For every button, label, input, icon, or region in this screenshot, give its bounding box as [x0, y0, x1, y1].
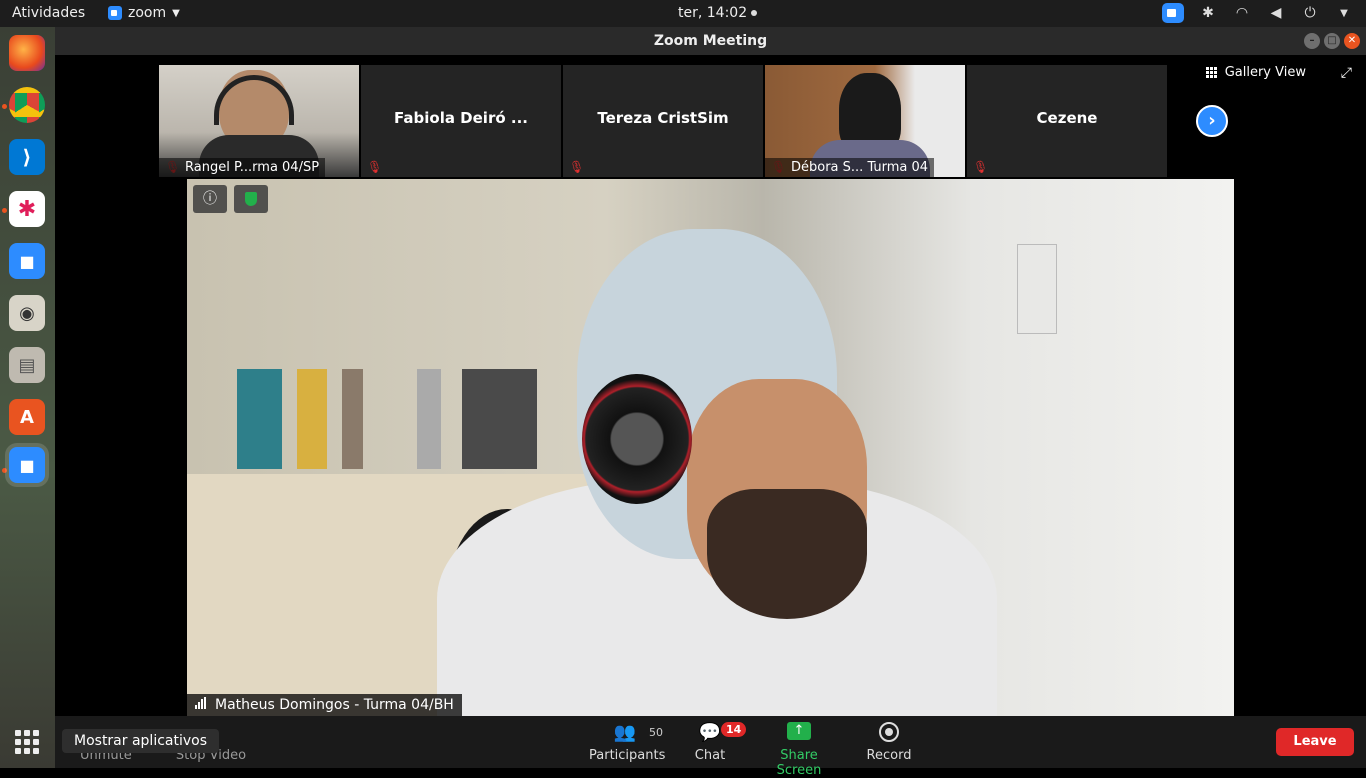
- chevron-down-icon[interactable]: ▼: [1334, 3, 1354, 23]
- slack-icon[interactable]: ✱: [9, 191, 45, 227]
- zoom-tray-icon[interactable]: [1162, 3, 1184, 23]
- slack-tray-icon[interactable]: ✱: [1198, 3, 1218, 23]
- signal-icon: [195, 697, 206, 709]
- zoom-icon: [108, 6, 122, 20]
- participants-button[interactable]: 👥 50 Participants: [589, 722, 666, 763]
- close-icon[interactable]: ✕: [1344, 33, 1360, 49]
- participant-thumb[interactable]: Tereza CristSim 🎙: [563, 65, 763, 177]
- record-button[interactable]: Record: [865, 722, 913, 763]
- chat-label: Chat: [694, 748, 726, 763]
- participant-name: Débora S... Turma 04: [765, 158, 935, 177]
- zoom-app-icon[interactable]: ■: [9, 243, 45, 279]
- app-menu-label: zoom: [128, 5, 167, 21]
- leave-button[interactable]: Leave: [1276, 728, 1354, 756]
- chat-button[interactable]: 💬 14 Chat: [689, 722, 747, 763]
- beard: [707, 489, 867, 619]
- speaker-app-icon[interactable]: ◉: [9, 295, 45, 331]
- participant-name: Rangel P...rma 04/SP: [159, 158, 326, 177]
- notification-dot: [751, 10, 758, 16]
- meeting-stage: 🎙 Rangel P...rma 04/SP Fabiola Deiró ...…: [55, 55, 1366, 716]
- fullscreen-icon[interactable]: ⤢: [1341, 65, 1352, 81]
- running-indicator: [2, 468, 7, 473]
- participant-thumb[interactable]: Fabiola Deiró ... 🎙: [361, 65, 561, 177]
- participant-name: Tereza CristSim: [597, 109, 729, 127]
- security-shield-icon[interactable]: [234, 185, 268, 213]
- participant-thumb[interactable]: 🎙 Rangel P...rma 04/SP: [159, 65, 359, 177]
- active-speaker-video: ⓘ Matheus Domingos - Turma 04/BH: [187, 179, 1234, 716]
- vscode-icon[interactable]: ⟩: [9, 139, 45, 175]
- window-titlebar[interactable]: Zoom Meeting – □ ✕: [55, 27, 1366, 55]
- top-bar: Atividades zoom ▼ ter, 14:02 ✱ ◠ ◀ ⏻ ▼: [0, 0, 1366, 27]
- software-center-icon[interactable]: A: [9, 399, 45, 435]
- meeting-toolbar: 👥 50 Participants 💬 14 Chat ↑ Share Scre…: [55, 716, 1366, 778]
- firefox-icon[interactable]: [9, 35, 45, 71]
- grid-icon: [1205, 67, 1217, 78]
- next-page-button[interactable]: ›: [1196, 105, 1228, 137]
- show-apps-icon[interactable]: [15, 730, 39, 754]
- window-title: Zoom Meeting: [653, 33, 768, 49]
- chat-badge: 14: [721, 722, 747, 737]
- gallery-view-label: Gallery View: [1224, 65, 1306, 80]
- muted-mic-icon: 🎙: [973, 160, 989, 174]
- participant-name: Fabiola Deiró ...: [394, 109, 528, 127]
- activities-button[interactable]: Atividades: [12, 5, 85, 21]
- app-menu[interactable]: zoom ▼: [108, 5, 180, 21]
- active-speaker-label: Matheus Domingos - Turma 04/BH: [187, 694, 462, 716]
- wifi-icon[interactable]: ◠: [1232, 3, 1252, 23]
- system-tray: ✱ ◠ ◀ ⏻ ▼: [1162, 3, 1354, 23]
- muted-mic-icon: 🎙: [367, 160, 383, 174]
- files-icon[interactable]: ▤: [9, 347, 45, 383]
- chrome-icon[interactable]: [9, 87, 45, 123]
- headphones: [582, 374, 692, 504]
- running-indicator: [2, 104, 7, 109]
- volume-icon[interactable]: ◀: [1266, 3, 1286, 23]
- participants-count: 50: [649, 726, 663, 739]
- record-icon: [879, 722, 899, 742]
- power-icon[interactable]: ⏻: [1300, 3, 1320, 23]
- participant-thumb[interactable]: 🎙 Débora S... Turma 04: [765, 65, 965, 177]
- record-label: Record: [866, 748, 912, 763]
- bottles: [237, 369, 537, 469]
- wall-outlet: [1017, 244, 1057, 334]
- participant-name: Cezene: [1036, 109, 1098, 127]
- muted-mic-icon: 🎙: [569, 160, 585, 174]
- share-screen-button[interactable]: ↑ Share Screen: [758, 722, 840, 778]
- zoom-meeting-icon[interactable]: ■: [9, 447, 45, 483]
- chevron-down-icon: ▼: [172, 7, 180, 19]
- show-apps-tooltip: Mostrar aplicativos: [62, 729, 220, 753]
- clock[interactable]: ter, 14:02: [678, 5, 758, 21]
- share-screen-label: Share Screen: [776, 748, 822, 778]
- clock-label: ter, 14:02: [678, 5, 748, 21]
- participants-label: Participants: [589, 748, 666, 763]
- participant-thumb[interactable]: Cezene 🎙: [967, 65, 1167, 177]
- running-indicator: [2, 208, 7, 213]
- minimize-icon[interactable]: –: [1304, 33, 1320, 49]
- active-speaker-name: Matheus Domingos - Turma 04/BH: [215, 697, 454, 713]
- info-icon[interactable]: ⓘ: [193, 185, 227, 213]
- share-screen-icon: ↑: [787, 722, 811, 740]
- window-controls: – □ ✕: [1304, 33, 1360, 49]
- gallery-view-button[interactable]: Gallery View: [1205, 65, 1306, 80]
- maximize-icon[interactable]: □: [1324, 33, 1340, 49]
- dock: ⟩ ✱ ■ ◉ ▤ A ■: [0, 27, 55, 768]
